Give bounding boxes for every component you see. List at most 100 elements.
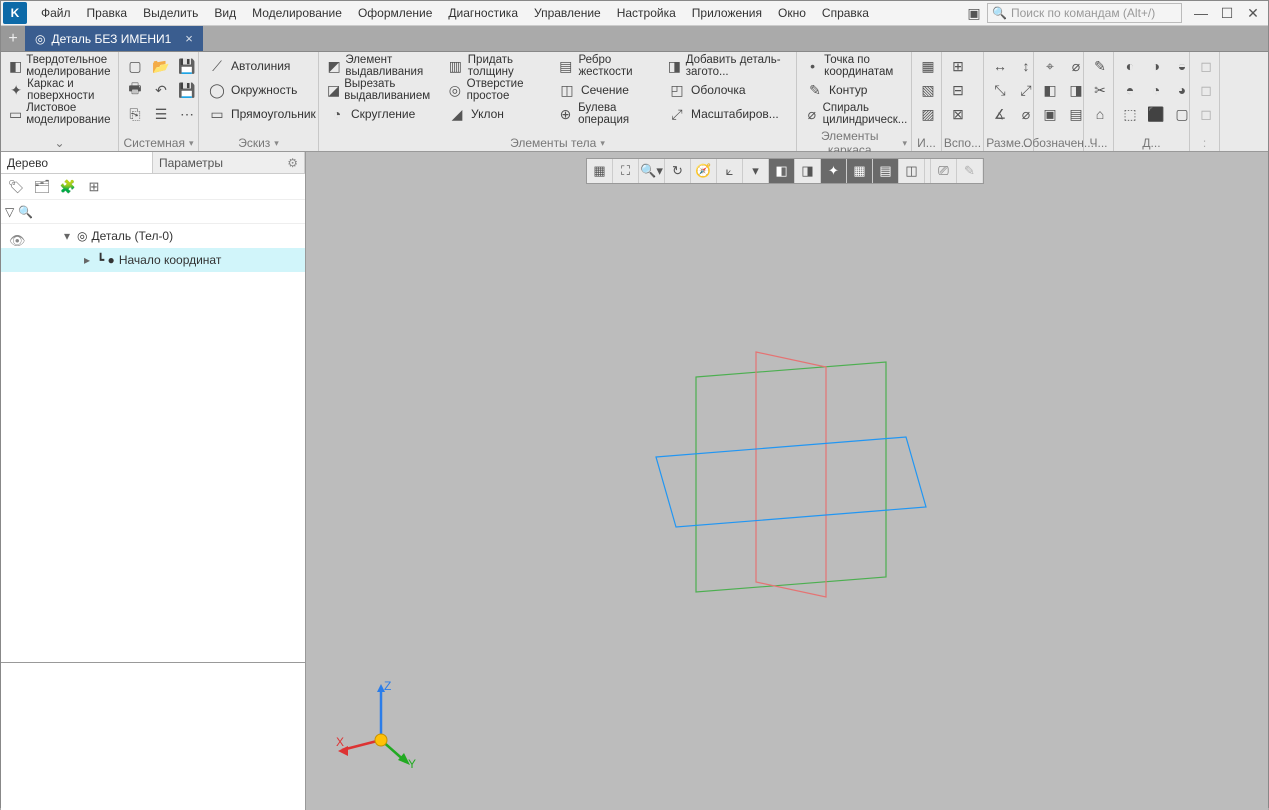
menu-edit[interactable]: Правка: [79, 3, 136, 23]
properties-icon[interactable]: ☰: [149, 102, 173, 126]
sheet-icon: ▭: [9, 104, 22, 124]
menu-select[interactable]: Выделить: [135, 3, 206, 23]
command-search[interactable]: 🔍 Поиск по командам (Alt+/): [987, 3, 1182, 23]
g6-i7[interactable]: ⬚: [1118, 102, 1142, 126]
g5-i1[interactable]: ✎: [1088, 54, 1112, 78]
tree-root[interactable]: ▾ ◎ Деталь (Тел-0): [1, 224, 305, 248]
save-file-icon[interactable]: 💾: [175, 54, 199, 78]
g3-i5[interactable]: ∡: [988, 102, 1012, 126]
rectangle-button[interactable]: ▭Прямоугольник: [203, 102, 320, 126]
redo-icon[interactable]: 💾: [175, 78, 199, 102]
tree-mode4-icon[interactable]: ⊞: [83, 176, 105, 198]
mode-wire[interactable]: ✦Каркас и поверхности: [5, 78, 114, 102]
rib-button[interactable]: ▤Ребро жесткости: [553, 54, 661, 78]
contour-button[interactable]: ✎Контур: [801, 78, 918, 102]
g5-label: Ч...: [1090, 136, 1108, 150]
filter-icon[interactable]: ▽: [5, 205, 14, 219]
3d-viewport[interactable]: ▦ ⛶ 🔍▾ ↻ 🧭 ⟀ ▾ ◧ ◨ ✦ ▦ ▤ ◫ ⎚ ✎: [306, 152, 1268, 810]
thicken-button[interactable]: ▥Придать толщину: [443, 54, 551, 78]
print-icon[interactable]: 🖶: [123, 78, 147, 102]
g3-i3[interactable]: ⤡: [988, 78, 1012, 102]
g6-i2[interactable]: ◑: [1144, 54, 1168, 78]
tree-mode1-icon[interactable]: 🏷: [5, 176, 27, 198]
new-tab-button[interactable]: +: [1, 26, 25, 51]
g6-i5[interactable]: ◔: [1144, 78, 1168, 102]
g6-i4[interactable]: ◓: [1118, 78, 1142, 102]
g2-icon1[interactable]: ⊞: [946, 54, 970, 78]
g3-i1[interactable]: ↔: [988, 54, 1012, 78]
model-tree[interactable]: ▾ ◎ Деталь (Тел-0) ▸ ┗ ● Начало координа…: [1, 224, 305, 662]
g1-icon3[interactable]: ▨: [916, 102, 940, 126]
g4-i5[interactable]: ▣: [1038, 102, 1062, 126]
draft-button[interactable]: ◢Уклон: [443, 102, 551, 126]
tab-close-icon[interactable]: ×: [185, 31, 193, 46]
scale-button[interactable]: ⤢Масштабиров...: [663, 102, 791, 126]
menu-view[interactable]: Вид: [206, 3, 244, 23]
menu-apps[interactable]: Приложения: [684, 3, 770, 23]
menu-manage[interactable]: Управление: [526, 3, 609, 23]
g2-icon3[interactable]: ⊠: [946, 102, 970, 126]
visibility-icon[interactable]: 👁: [9, 233, 26, 249]
menu-window[interactable]: Окно: [770, 3, 814, 23]
g6-i1[interactable]: ◐: [1118, 54, 1142, 78]
point-button[interactable]: •Точка по координатам: [801, 54, 918, 78]
g5-i3[interactable]: ⌂: [1088, 102, 1112, 126]
search-icon: 🔍: [18, 205, 33, 219]
fillet-icon: ◔: [327, 104, 347, 124]
maximize-button[interactable]: ☐: [1214, 2, 1240, 24]
add-part-button[interactable]: ◨Добавить деталь-загото...: [663, 54, 791, 78]
tree-search-input[interactable]: [37, 202, 301, 222]
menu-modeling[interactable]: Моделирование: [244, 3, 350, 23]
fillet-button[interactable]: ◔Скругление: [323, 102, 441, 126]
copy-icon[interactable]: ⎘: [123, 102, 147, 126]
shell-button[interactable]: ◰Оболочка: [663, 78, 791, 102]
expand-icon[interactable]: ▸: [81, 253, 93, 267]
menu-format[interactable]: Оформление: [350, 3, 440, 23]
g6-i8[interactable]: ⬛: [1144, 102, 1168, 126]
mode-solid[interactable]: ◧Твердотельное моделирование: [5, 54, 114, 78]
undo-icon[interactable]: ↶: [149, 78, 173, 102]
g4-i1[interactable]: ⌖: [1038, 54, 1062, 78]
close-button[interactable]: ✕: [1240, 2, 1266, 24]
mode-sheet[interactable]: ▭Листовое моделирование: [5, 102, 114, 126]
search-icon: 🔍: [992, 6, 1007, 20]
menu-diagnostics[interactable]: Диагностика: [440, 3, 526, 23]
g4-i3[interactable]: ◧: [1038, 78, 1062, 102]
open-file-icon[interactable]: 📂: [149, 54, 173, 78]
tree-child-origin[interactable]: ▸ ┗ ● Начало координат: [1, 248, 305, 272]
new-file-icon[interactable]: ▢: [123, 54, 147, 78]
minimize-button[interactable]: —: [1188, 2, 1214, 24]
thicken-icon: ▥: [447, 56, 464, 76]
section-button[interactable]: ◫Сечение: [553, 78, 661, 102]
document-tab-active[interactable]: ◎ Деталь БЕЗ ИМЕНИ1 ×: [25, 26, 203, 51]
group-small-4: ⌖⌀ ◧◨ ▣▤ Обозначен...: [1034, 52, 1084, 151]
autoline-button[interactable]: ⟋Автолиния: [203, 54, 320, 78]
tab-params[interactable]: Параметры⚙: [153, 152, 305, 173]
tree-mode3-icon[interactable]: 🧩: [57, 176, 79, 198]
tree-mode2-icon[interactable]: 🗂: [31, 176, 53, 198]
gear-icon[interactable]: ⚙: [287, 156, 298, 170]
tab-tree[interactable]: Дерево: [1, 152, 153, 173]
extrude-button[interactable]: ◩Элемент выдавливания: [323, 54, 441, 78]
mode-expand-icon[interactable]: ⌄: [54, 136, 64, 150]
g2-icon2[interactable]: ⊟: [946, 78, 970, 102]
point-icon: •: [805, 56, 820, 76]
viewport-planes: [306, 152, 1266, 802]
menu-help[interactable]: Справка: [814, 3, 877, 23]
g1-icon2[interactable]: ▧: [916, 78, 940, 102]
g1-icon1[interactable]: ▦: [916, 54, 940, 78]
cut-extrude-button[interactable]: ◪Вырезать выдавливанием: [323, 78, 441, 102]
spiral-button[interactable]: ⌀Спираль цилиндрическ...: [801, 102, 918, 126]
origin-icon: ┗ ●: [97, 253, 115, 267]
layout-icon[interactable]: ▣: [961, 2, 987, 24]
g5-i2[interactable]: ✂: [1088, 78, 1112, 102]
axis-gizmo[interactable]: Z X Y: [336, 680, 426, 770]
boolean-button[interactable]: ⊕Булева операция: [553, 102, 661, 126]
circle-button[interactable]: ◯Окружность: [203, 78, 320, 102]
cut-icon: ◪: [327, 80, 340, 100]
hole-button[interactable]: ◎Отверстие простое: [443, 78, 551, 102]
menu-file[interactable]: Файл: [33, 3, 79, 23]
sys-extra-icon[interactable]: ⋯: [175, 102, 199, 126]
menu-settings[interactable]: Настройка: [609, 3, 684, 23]
collapse-icon[interactable]: ▾: [61, 229, 73, 243]
